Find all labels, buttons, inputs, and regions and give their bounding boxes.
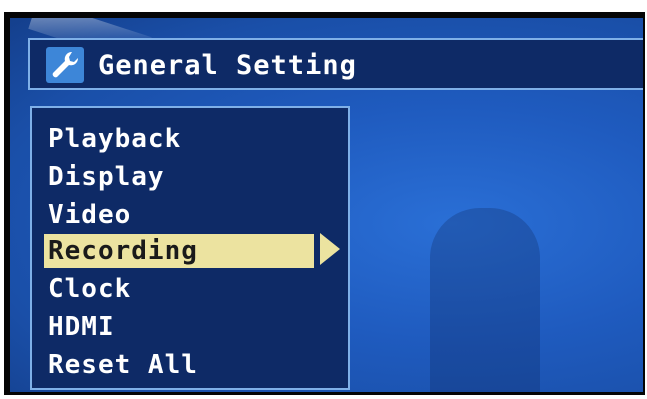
page-title: General Setting bbox=[98, 50, 357, 81]
tv-frame: General Setting Playback Display Video R… bbox=[0, 0, 647, 399]
menu-item-playback[interactable]: Playback bbox=[44, 122, 314, 156]
title-bar: General Setting bbox=[28, 38, 643, 90]
screen-reflection bbox=[430, 208, 540, 392]
settings-menu: Playback Display Video Recording Clock H… bbox=[30, 106, 350, 390]
wrench-icon bbox=[46, 47, 84, 83]
menu-item-reset-all[interactable]: Reset All bbox=[44, 348, 314, 382]
menu-item-hdmi[interactable]: HDMI bbox=[44, 310, 314, 344]
menu-item-video[interactable]: Video bbox=[44, 198, 314, 232]
menu-item-recording[interactable]: Recording bbox=[44, 234, 314, 268]
right-arrow-icon bbox=[320, 233, 340, 265]
osd-screen: General Setting Playback Display Video R… bbox=[10, 18, 643, 392]
menu-item-clock[interactable]: Clock bbox=[44, 272, 314, 306]
menu-item-display[interactable]: Display bbox=[44, 160, 314, 194]
